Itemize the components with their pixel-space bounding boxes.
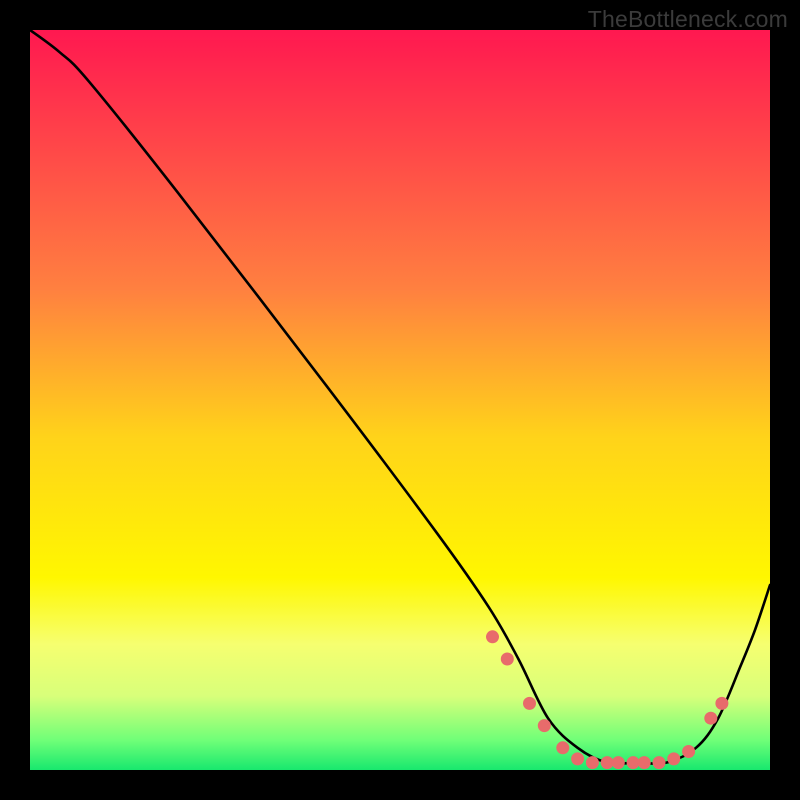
marker-dot <box>571 752 584 765</box>
marker-dot <box>653 756 666 769</box>
watermark-text: TheBottleneck.com <box>588 6 788 33</box>
marker-dot <box>638 756 651 769</box>
marker-dot <box>704 712 717 725</box>
marker-dot <box>601 756 614 769</box>
marker-dot <box>586 756 599 769</box>
marker-dot <box>682 745 695 758</box>
marker-dot <box>627 756 640 769</box>
marker-dot <box>556 741 569 754</box>
marker-dot <box>486 630 499 643</box>
marker-dot <box>501 653 514 666</box>
marker-dot <box>667 752 680 765</box>
marker-dot <box>612 756 625 769</box>
marker-dot <box>523 697 536 710</box>
marker-dot <box>715 697 728 710</box>
marker-dot <box>538 719 551 732</box>
chart-plot <box>30 30 770 770</box>
chart-svg <box>30 30 770 770</box>
stage: TheBottleneck.com <box>0 0 800 800</box>
gradient-background <box>30 30 770 770</box>
